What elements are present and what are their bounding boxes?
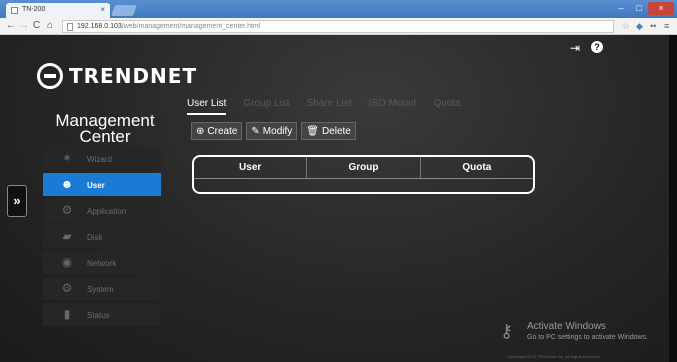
sidebar-item-label: Disk bbox=[87, 233, 103, 242]
create-button[interactable]: ⊕ Create bbox=[191, 122, 243, 140]
sidebar-item-label: Status bbox=[87, 311, 110, 320]
window-edge bbox=[669, 35, 677, 362]
back-icon[interactable]: ← bbox=[6, 20, 16, 32]
title-bar: TN-200 × – □ × bbox=[0, 0, 677, 18]
menu-icon[interactable]: ≡ bbox=[664, 21, 669, 31]
key-icon: ⚷ bbox=[500, 321, 514, 341]
content-tabs: User List Group List Share List ISO Moun… bbox=[187, 98, 478, 115]
forward-icon[interactable]: → bbox=[19, 20, 29, 32]
tab-title: TN-200 bbox=[22, 6, 46, 13]
delete-button[interactable]: 🗑 Delete bbox=[301, 122, 356, 140]
url-host: 192.168.0.103 bbox=[77, 23, 122, 30]
copyright-text: Copyright©2013 TRENDnet Inc. All Rights … bbox=[507, 354, 602, 359]
reload-icon[interactable]: C bbox=[33, 20, 40, 32]
minimize-button[interactable]: – bbox=[612, 2, 630, 15]
close-button[interactable]: × bbox=[648, 2, 674, 15]
modify-button[interactable]: ✎ Modify bbox=[246, 122, 298, 140]
tab-share-list[interactable]: Share List bbox=[307, 98, 352, 115]
tab-group-list[interactable]: Group List bbox=[243, 98, 289, 115]
bookmark-star-icon[interactable]: ☆ bbox=[622, 21, 630, 32]
browser-toolbar: ← → C ⌂ 192.168.0.103/web/management/man… bbox=[0, 18, 677, 35]
tab-iso-mount[interactable]: ISO Mount bbox=[369, 98, 417, 115]
page-title: Management Center bbox=[55, 111, 155, 146]
column-header-user[interactable]: User bbox=[194, 157, 308, 178]
extension-dots-icon[interactable]: •• bbox=[650, 21, 656, 31]
extension-icon[interactable]: ◆ bbox=[636, 21, 643, 32]
expand-panel-button[interactable]: » bbox=[7, 185, 27, 217]
status-icon: ▮ bbox=[63, 307, 71, 321]
browser-window: TN-200 × – □ × ← → C ⌂ 192.168.0.103/web… bbox=[0, 0, 677, 362]
page-icon bbox=[67, 23, 73, 31]
sidebar-item-system[interactable]: ⚙ System bbox=[43, 277, 161, 300]
disk-icon: ▰ bbox=[62, 229, 72, 243]
trash-icon: 🗑 bbox=[306, 125, 319, 137]
sidebar-item-status[interactable]: ▮ Status bbox=[43, 303, 161, 326]
maximize-button[interactable]: □ bbox=[630, 2, 648, 15]
help-icon[interactable]: ? bbox=[591, 41, 603, 53]
column-header-group[interactable]: Group bbox=[307, 157, 421, 178]
user-table: User Group Quota bbox=[192, 155, 535, 194]
edit-icon: ✎ bbox=[251, 125, 260, 137]
logout-icon[interactable]: ⇥ bbox=[570, 41, 580, 55]
page-icon bbox=[11, 7, 18, 14]
logo-mark bbox=[37, 63, 63, 89]
sidebar-item-user[interactable]: ☻ User bbox=[43, 173, 161, 196]
page-content: TRENDNET ⇥ ? Management Center » ✶ Wizar… bbox=[0, 35, 677, 362]
sidebar-item-application[interactable]: ⚙ Application bbox=[43, 199, 161, 222]
system-icon: ⚙ bbox=[61, 281, 73, 295]
address-bar[interactable]: 192.168.0.103/web/management/management_… bbox=[62, 20, 614, 33]
modify-label: Modify bbox=[262, 125, 293, 137]
url-path: /web/management/management_center.html bbox=[121, 23, 261, 30]
user-icon: ☻ bbox=[60, 177, 74, 191]
sidebar-item-label: Wizard bbox=[87, 155, 112, 164]
sidebar-item-network[interactable]: ◉ Network bbox=[43, 251, 161, 274]
tab-close-icon[interactable]: × bbox=[100, 5, 105, 14]
column-header-quota[interactable]: Quota bbox=[421, 157, 533, 178]
watermark-title: Activate Windows bbox=[527, 321, 606, 332]
network-icon: ◉ bbox=[61, 255, 73, 269]
brand-name: TRENDNET bbox=[69, 64, 198, 88]
application-icon: ⚙ bbox=[61, 203, 73, 217]
tab-user-list[interactable]: User List bbox=[187, 98, 227, 115]
plus-circle-icon: ⊕ bbox=[196, 125, 205, 137]
home-icon[interactable]: ⌂ bbox=[47, 20, 53, 32]
sidebar-item-label: Network bbox=[87, 259, 117, 268]
sidebar-item-disk[interactable]: ▰ Disk bbox=[43, 225, 161, 248]
sidebar-item-wizard[interactable]: ✶ Wizard bbox=[43, 147, 161, 170]
new-tab-button[interactable] bbox=[110, 5, 138, 16]
trendnet-logo: TRENDNET bbox=[37, 61, 197, 91]
action-toolbar: ⊕ Create ✎ Modify 🗑 Delete bbox=[191, 122, 360, 140]
sidebar: ✶ Wizard ☻ User ⚙ Application ▰ Disk ◉ N… bbox=[43, 147, 161, 329]
watermark-subtitle: Go to PC settings to activate Windows. bbox=[527, 334, 648, 341]
sidebar-item-label: System bbox=[87, 285, 114, 294]
table-header: User Group Quota bbox=[194, 157, 533, 179]
tab-quota[interactable]: Quota bbox=[433, 98, 460, 115]
sidebar-item-label: Application bbox=[87, 207, 127, 216]
sidebar-item-label: User bbox=[87, 181, 105, 190]
browser-tab[interactable]: TN-200 × bbox=[6, 3, 110, 18]
delete-label: Delete bbox=[321, 125, 351, 137]
wizard-icon: ✶ bbox=[61, 151, 73, 165]
create-label: Create bbox=[207, 125, 238, 137]
